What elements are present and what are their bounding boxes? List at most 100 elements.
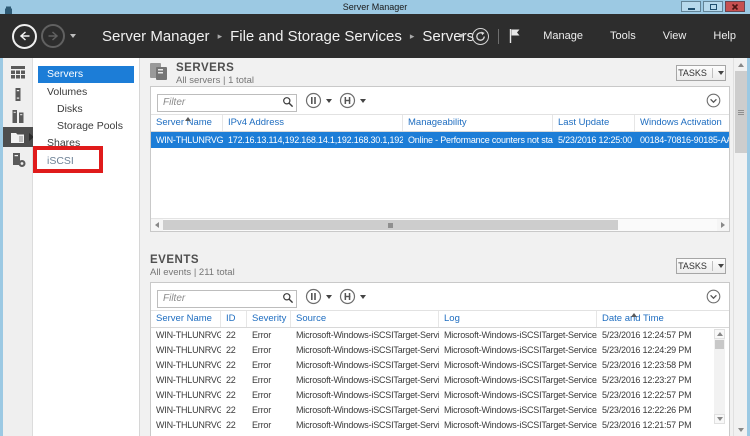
servers-filter-input[interactable] [157, 94, 297, 112]
table-cell: WIN-THLUNRVGHBO [151, 358, 221, 373]
events-filter-input[interactable] [157, 290, 297, 308]
rail-item-all-servers[interactable] [6, 106, 30, 126]
table-row[interactable]: WIN-THLUNRVGHBO22ErrorMicrosoft-Windows-… [151, 388, 729, 403]
table-cell: 5/23/2016 12:21:57 PM [597, 418, 729, 433]
chevron-down-icon [718, 71, 724, 75]
main-vertical-scrollbar[interactable] [733, 58, 747, 436]
column-header[interactable]: Severity [247, 311, 291, 327]
navbar-divider [498, 29, 499, 44]
column-header[interactable]: Log [439, 311, 597, 327]
column-header[interactable]: Date and Time [597, 311, 729, 327]
saved-queries-icon [339, 92, 356, 109]
forward-arrow-icon [47, 30, 60, 42]
sidebar-item-shares[interactable]: Shares [33, 135, 139, 152]
saved-queries-button[interactable] [339, 92, 366, 109]
search-icon[interactable] [282, 291, 294, 309]
menu-tools[interactable]: Tools [610, 30, 636, 42]
table-cell: 5/23/2016 12:22:57 PM [597, 388, 729, 403]
filter-criteria-button[interactable] [305, 92, 332, 109]
tasks-divider [712, 261, 713, 271]
sidebar-item-iscsi[interactable]: iSCSI [33, 153, 139, 170]
breadcrumb-file-and-storage-services[interactable]: File and Storage Services [230, 28, 402, 45]
menu-help[interactable]: Help [713, 30, 736, 42]
horizontal-scrollbar-thumb[interactable] [163, 220, 618, 230]
table-cell: Microsoft-Windows-iSCSITarget-Service/Ad… [439, 403, 597, 418]
navigation-dropdown-icon[interactable] [70, 34, 76, 38]
table-cell: 172.16.13.114,192.168.14.1,192.168.30.1,… [223, 132, 403, 148]
maximize-button[interactable] [703, 1, 723, 12]
minimize-button[interactable] [681, 1, 701, 12]
sidebar-item-disks[interactable]: Disks [33, 101, 139, 118]
search-icon[interactable] [282, 95, 294, 113]
table-cell: Microsoft-Windows-iSCSITarget-Service/Ad… [439, 388, 597, 403]
table-cell: WIN-THLUNRVGHBO [151, 403, 221, 418]
vertical-scrollbar-thumb[interactable] [735, 71, 747, 153]
table-row[interactable]: WIN-THLUNRVGHBO172.16.13.114,192.168.14.… [151, 132, 729, 148]
events-vertical-scrollbar[interactable] [714, 329, 725, 424]
collapse-panel-button[interactable] [706, 289, 721, 309]
table-cell: 22 [221, 328, 247, 343]
address-dropdown-icon[interactable] [458, 34, 464, 38]
filter-criteria-button[interactable] [305, 288, 332, 305]
servers-section-icon [148, 61, 170, 88]
refresh-button[interactable] [472, 28, 489, 45]
column-header[interactable]: Manageability [403, 115, 553, 131]
notifications-flag-icon[interactable] [508, 28, 521, 44]
close-icon [731, 3, 739, 11]
table-row[interactable]: WIN-THLUNRVGHBO22ErrorMicrosoft-Windows-… [151, 328, 729, 343]
column-header[interactable]: Windows Activation [635, 115, 729, 131]
sidebar-item-volumes[interactable]: Volumes [33, 84, 139, 101]
column-header-label: Last Update [558, 117, 609, 128]
column-header[interactable]: IPv4 Address [223, 115, 403, 131]
scroll-down-button[interactable] [734, 423, 747, 436]
saved-queries-button[interactable] [339, 288, 366, 305]
criteria-icon [305, 288, 322, 305]
table-cell: Error [247, 403, 291, 418]
sidebar-item-storage-pools[interactable]: Storage Pools [33, 118, 139, 135]
scroll-up-button[interactable] [714, 329, 725, 339]
scroll-up-button[interactable] [734, 58, 747, 71]
column-header[interactable]: Last Update [553, 115, 635, 131]
table-row[interactable]: WIN-THLUNRVGHBO22ErrorMicrosoft-Windows-… [151, 343, 729, 358]
table-cell: Microsoft-Windows-iSCSITarget-Service/Ad… [439, 418, 597, 433]
rail-item-dashboard[interactable] [6, 62, 30, 82]
column-header-label: Server Name [156, 313, 212, 324]
column-header[interactable]: Server Name [151, 311, 221, 327]
forward-button[interactable] [41, 24, 65, 48]
scroll-left-button[interactable] [151, 219, 163, 231]
rail-item-file-and-storage-services[interactable] [3, 127, 33, 147]
column-header[interactable]: Server Name [151, 115, 223, 131]
rail-item-local-server[interactable] [6, 84, 30, 104]
table-cell: WIN-THLUNRVGHBO [151, 388, 221, 403]
column-header[interactable]: Source [291, 311, 439, 327]
scroll-down-button[interactable] [714, 414, 725, 424]
title-bar[interactable]: Server Manager [0, 0, 750, 14]
table-row[interactable]: WIN-THLUNRVGHBO22ErrorMicrosoft-Windows-… [151, 373, 729, 388]
servers-section-subtitle: All servers | 1 total [176, 75, 254, 86]
column-header[interactable]: ID [221, 311, 247, 327]
breadcrumb-server-manager[interactable]: Server Manager [102, 28, 210, 45]
column-header-label: Server Name [156, 117, 212, 128]
tasks-label: TASKS [678, 68, 707, 78]
column-header-label: Manageability [408, 117, 467, 128]
main-content: SERVERS All servers | 1 total TASKS [138, 58, 730, 436]
table-cell: Error [247, 358, 291, 373]
table-row[interactable]: WIN-THLUNRVGHBO22ErrorMicrosoft-Windows-… [151, 418, 729, 433]
sidebar-item-servers[interactable]: Servers [38, 66, 134, 83]
close-button[interactable] [725, 1, 745, 12]
menu-view[interactable]: View [663, 30, 687, 42]
collapse-panel-button[interactable] [706, 93, 721, 113]
horizontal-scrollbar[interactable] [151, 218, 729, 231]
menu-manage[interactable]: Manage [543, 30, 583, 42]
table-cell: Microsoft-Windows-iSCSITarget-Service [291, 373, 439, 388]
table-row[interactable]: WIN-THLUNRVGHBO22ErrorMicrosoft-Windows-… [151, 403, 729, 418]
vertical-scrollbar-thumb[interactable] [715, 340, 724, 349]
scroll-right-button[interactable] [717, 219, 729, 231]
table-row[interactable]: WIN-THLUNRVGHBO22ErrorMicrosoft-Windows-… [151, 358, 729, 373]
back-button[interactable] [12, 24, 37, 49]
events-tasks-button[interactable]: TASKS [676, 258, 726, 274]
servers-tasks-button[interactable]: TASKS [676, 65, 726, 81]
table-cell: 5/23/2016 12:25:00 PM [553, 132, 635, 148]
rail-item-services[interactable] [6, 150, 30, 170]
table-cell: 5/23/2016 12:23:58 PM [597, 358, 729, 373]
